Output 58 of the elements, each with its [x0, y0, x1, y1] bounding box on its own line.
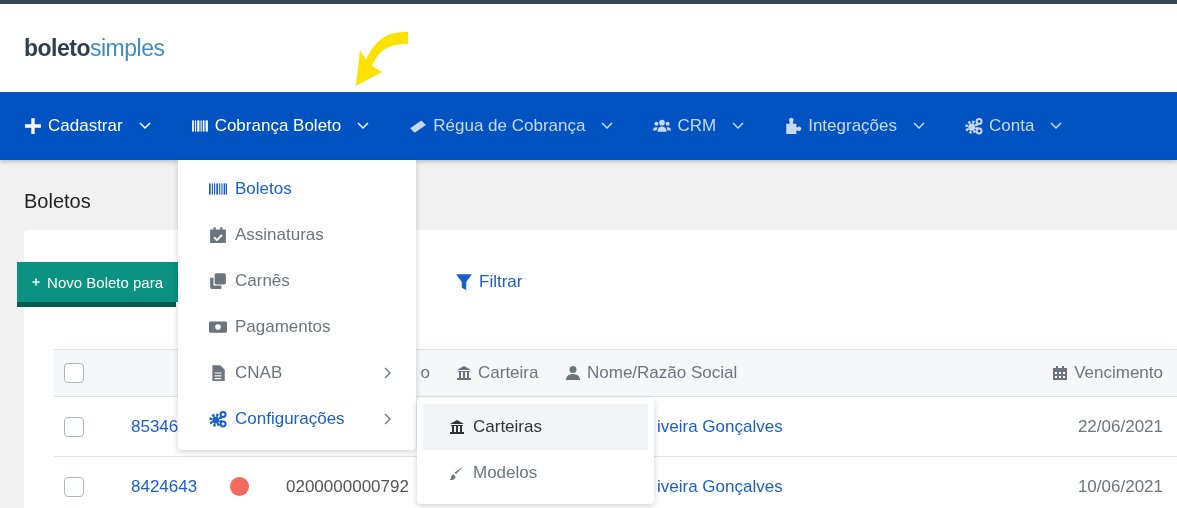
- barcode-icon: [209, 180, 227, 198]
- nav-menu[interactable]: Régua de Cobrança: [409, 116, 614, 136]
- filter-icon: [455, 273, 473, 291]
- logo[interactable]: boletosimples: [24, 34, 165, 62]
- customer-name-link[interactable]: iveira Gonçalves: [657, 476, 783, 496]
- boleto-id-link[interactable]: 8424643: [131, 476, 198, 496]
- calendar-check-icon: [209, 226, 227, 244]
- user-icon: [565, 365, 581, 381]
- menu-item[interactable]: Carnês: [178, 258, 416, 304]
- page-title: Boletos: [24, 189, 91, 214]
- nav-menu[interactable]: Conta: [965, 116, 1063, 136]
- chevron-down-icon: [1050, 122, 1063, 130]
- nav-menu[interactable]: Cobrança Boleto: [190, 116, 370, 136]
- row-checkbox[interactable]: [64, 416, 84, 437]
- filter-button[interactable]: Filtrar: [455, 272, 523, 292]
- column-header[interactable]: Vencimento: [1074, 363, 1163, 383]
- plus-icon: [24, 117, 42, 135]
- boleto-id-link[interactable]: 85346: [131, 416, 179, 436]
- due-date-cell: 10/06/2021: [1077, 476, 1163, 496]
- bank-icon: [456, 365, 472, 381]
- chevron-down-icon: [601, 122, 614, 130]
- chevron-down-icon: [732, 122, 745, 130]
- menu-item[interactable]: CNAB: [178, 350, 416, 396]
- chevron-right-icon: [384, 367, 392, 379]
- banknote-icon: [209, 318, 227, 336]
- nav-menu[interactable]: CRM: [653, 116, 745, 136]
- settings-icon: [965, 117, 983, 135]
- nav-menu[interactable]: Integrações: [784, 116, 925, 136]
- code-cell: 0200000000792: [286, 476, 409, 496]
- column-header[interactable]: Nome/Razão Social: [587, 363, 738, 383]
- barcode-icon: [190, 117, 209, 135]
- menu-item[interactable]: Configurações: [178, 396, 416, 442]
- menu-item[interactable]: Pagamentos: [178, 304, 416, 350]
- row-checkbox[interactable]: [64, 476, 84, 497]
- customer-name-link[interactable]: iveira Gonçalves: [657, 416, 783, 436]
- chevron-down-icon: [913, 122, 925, 130]
- menu-item[interactable]: Modelos: [423, 450, 648, 496]
- due-date-cell: 22/06/2021: [1077, 416, 1163, 436]
- chevron-down-icon: [357, 122, 370, 130]
- nav-menu[interactable]: Cadastrar: [24, 116, 151, 136]
- calendar-icon: [1052, 365, 1069, 381]
- settings-icon: [209, 410, 227, 428]
- document-icon: [209, 364, 227, 382]
- brush-icon: [449, 465, 465, 481]
- chevron-down-icon: [138, 122, 151, 130]
- users-icon: [653, 117, 672, 135]
- copy-icon: [209, 272, 227, 290]
- menu-item[interactable]: Boletos: [178, 166, 416, 212]
- menu-item[interactable]: Assinaturas: [178, 212, 416, 258]
- plus-icon: [32, 275, 41, 289]
- ruler-icon: [409, 117, 428, 135]
- column-header[interactable]: Carteira: [478, 363, 539, 383]
- puzzle-icon: [784, 117, 803, 135]
- column-header[interactable]: o: [420, 363, 430, 383]
- menu-item[interactable]: Carteiras: [423, 404, 648, 450]
- bank-icon: [449, 419, 465, 435]
- chevron-right-icon: [384, 413, 392, 425]
- select-all-checkbox[interactable]: [64, 363, 84, 383]
